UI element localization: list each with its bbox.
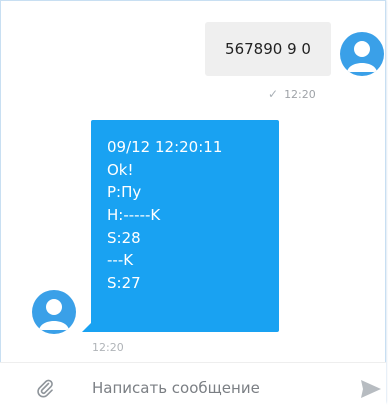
incoming-message-time: 12:20 <box>92 341 124 354</box>
message-line: Ok! <box>107 160 134 179</box>
paperclip-icon[interactable] <box>36 378 54 398</box>
message-line: H:-----K <box>107 206 161 225</box>
message-input[interactable]: Написать сообщение <box>92 379 260 397</box>
incoming-bubble-tail <box>82 320 94 332</box>
outgoing-message-bubble[interactable]: 567890 9 0 <box>205 22 331 76</box>
incoming-message-text: 09/12 12:20:11 Ok! P:Пу H:-----K S:28 --… <box>107 136 222 295</box>
check-icon: ✓ <box>268 87 279 101</box>
message-line: S:27 <box>107 274 141 293</box>
outgoing-message-text: 567890 9 0 <box>225 40 311 58</box>
user-silhouette-icon <box>347 41 377 72</box>
send-icon[interactable] <box>360 379 382 399</box>
message-line: 09/12 12:20:11 <box>107 138 223 156</box>
contact-avatar[interactable] <box>32 290 76 334</box>
message-line: S:28 <box>107 228 141 247</box>
user-avatar[interactable] <box>340 32 384 76</box>
outgoing-message-meta: ✓ 12:20 <box>268 87 316 101</box>
message-line: ---K <box>107 251 134 270</box>
user-silhouette-icon <box>39 299 69 330</box>
message-line: P:Пу <box>107 183 142 202</box>
outgoing-message-time: 12:20 <box>284 87 316 101</box>
